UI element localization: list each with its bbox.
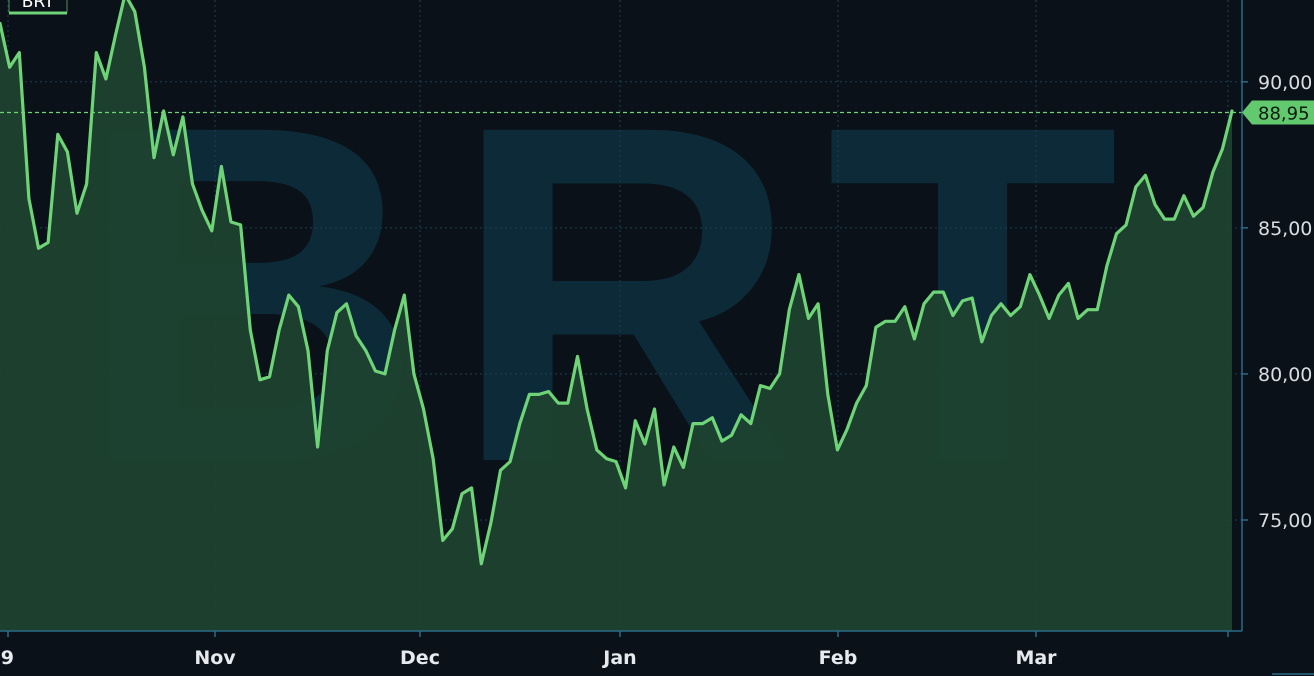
last-value-label: 88,95 bbox=[1258, 103, 1310, 124]
y-tick-label: 90,00 bbox=[1258, 72, 1312, 94]
y-tick-label: 85,00 bbox=[1258, 218, 1312, 240]
y-tick-label: 75,00 bbox=[1258, 510, 1312, 532]
x-tick-label: Feb bbox=[819, 647, 858, 669]
price-chart: BRT 90,00 85,00 80,00 75,00 29 Nov Dec Jan Feb M… bbox=[0, 0, 1314, 676]
x-tick-label: Mar bbox=[1015, 647, 1057, 669]
legend-label: BRT bbox=[22, 0, 55, 12]
x-tick-label: Jan bbox=[601, 647, 636, 669]
x-tick-label: Dec bbox=[400, 647, 440, 669]
y-tick-label: 80,00 bbox=[1258, 364, 1312, 386]
last-value-badge: 88,95 bbox=[1242, 100, 1314, 125]
x-tick-label: Nov bbox=[194, 647, 236, 669]
x-tick-label: 29 bbox=[0, 647, 14, 669]
